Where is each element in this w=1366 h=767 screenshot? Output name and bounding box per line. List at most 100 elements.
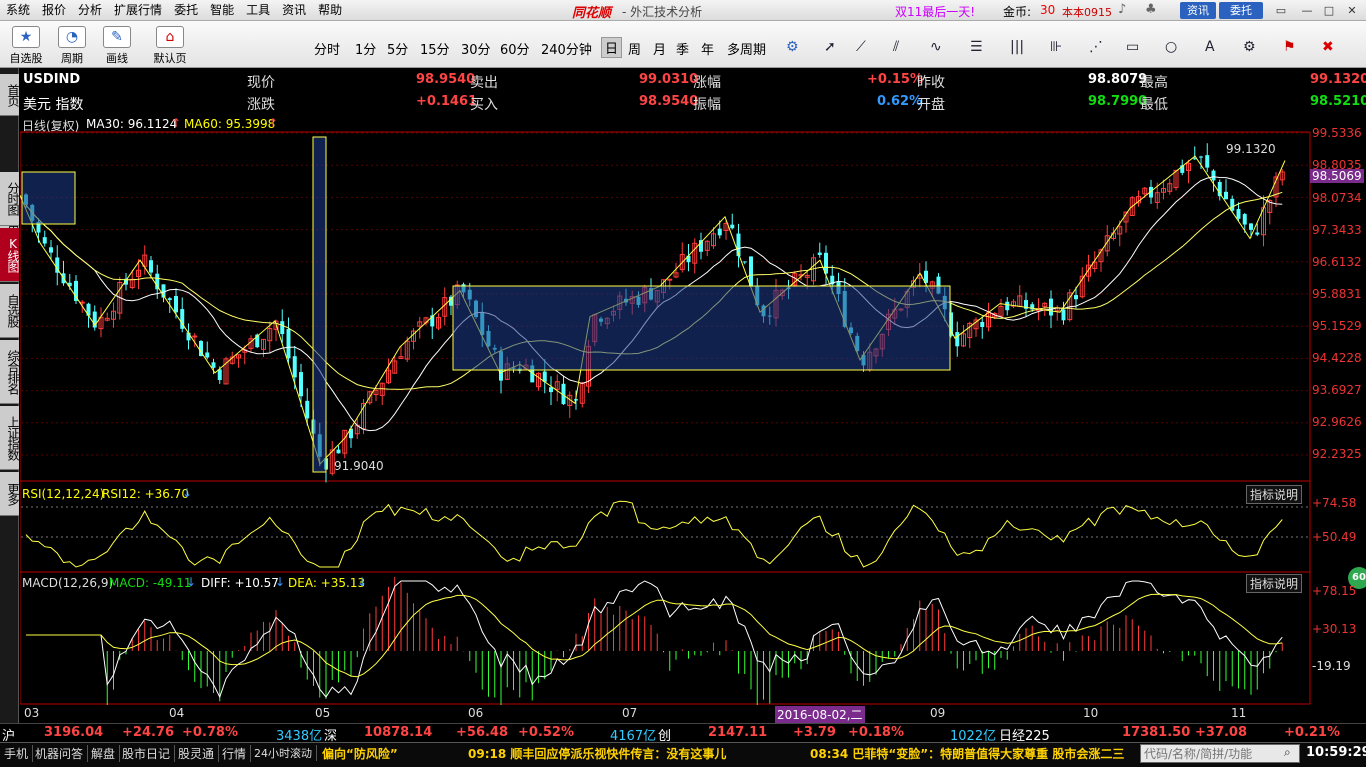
menu-analysis[interactable]: 分析 bbox=[72, 0, 108, 21]
wave-tool-icon[interactable]: ∿ bbox=[930, 39, 942, 55]
tab-home[interactable]: 首页 bbox=[0, 74, 20, 116]
value-price: 98.9540 bbox=[416, 72, 476, 87]
entrust-button[interactable]: 委托 bbox=[1219, 2, 1263, 19]
quote-header: USDIND 美元 指数 现价 98.9540 卖出 99.0310 涨幅 +0… bbox=[20, 70, 1366, 116]
period-intraday[interactable]: 分时 bbox=[314, 39, 340, 58]
ellipse-tool-icon[interactable]: ○ bbox=[1165, 39, 1177, 55]
tab-kline[interactable]: K线图 bbox=[0, 228, 20, 282]
menu-bar: 系统 报价 分析 扩展行情 委托 智能 工具 资讯 帮助 同花顺 - 外汇技术分… bbox=[0, 0, 1366, 21]
chart-area[interactable]: 日线(复权) MA30: 96.1124 ↑ MA60: 95.3998 ↑ 9… bbox=[20, 115, 1366, 723]
delete-icon[interactable]: ✖ bbox=[1322, 39, 1334, 55]
tab-sh-index[interactable]: 上证指数 bbox=[0, 406, 20, 470]
macd-y-tick: +30.13 bbox=[1312, 622, 1357, 636]
default-page-button[interactable]: ⌂ 默认页 bbox=[150, 24, 190, 66]
kline-legend-label: 日线(复权) bbox=[22, 119, 80, 133]
gear-icon[interactable]: ⚙ bbox=[786, 39, 799, 55]
channel-tool-icon[interactable]: ⊪ bbox=[1050, 39, 1062, 55]
rect-tool-icon[interactable]: ▭ bbox=[1126, 39, 1139, 55]
value-prev-close: 98.8079 bbox=[1088, 72, 1148, 87]
period-240min[interactable]: 240分钟 bbox=[541, 39, 592, 58]
period-button[interactable]: ◔ 周期 bbox=[52, 24, 92, 66]
flag-icon[interactable]: ⚑ bbox=[1283, 39, 1296, 55]
menu-entrust[interactable]: 委托 bbox=[168, 0, 204, 21]
period-week[interactable]: 周 bbox=[628, 39, 641, 58]
tab-favorites[interactable]: 自选股 bbox=[0, 284, 20, 338]
draw-button[interactable]: ✎ 画线 bbox=[97, 24, 137, 66]
y-tick: 92.9626 bbox=[1312, 415, 1362, 429]
candle-body bbox=[167, 298, 172, 301]
tab-intraday[interactable]: 分时图 bbox=[0, 172, 20, 226]
menu-news[interactable]: 资讯 bbox=[276, 0, 312, 21]
news-ticker-1[interactable]: 偏向“防风险” bbox=[322, 745, 398, 762]
menu-smart[interactable]: 智能 bbox=[204, 0, 240, 21]
period-year[interactable]: 年 bbox=[701, 39, 714, 58]
robot-qa-button[interactable]: 机器问答 bbox=[31, 745, 89, 762]
news-button[interactable]: 资讯 bbox=[1180, 2, 1216, 19]
candle-body bbox=[305, 400, 310, 419]
text-tool-icon[interactable]: A bbox=[1205, 39, 1215, 55]
candle-body bbox=[74, 280, 78, 301]
market-comment-button[interactable]: 解盘 bbox=[87, 745, 121, 762]
candle-body bbox=[1217, 182, 1222, 197]
mobile-button[interactable]: 手机 bbox=[0, 745, 34, 762]
chart-canvas[interactable] bbox=[20, 115, 1366, 705]
menu-quote[interactable]: 报价 bbox=[36, 0, 72, 21]
star-icon: ★ bbox=[12, 26, 40, 48]
period-5min[interactable]: 5分 bbox=[387, 39, 408, 58]
close-button[interactable]: ✕ bbox=[1343, 3, 1361, 18]
fib-tool-icon[interactable]: ☰ bbox=[970, 39, 983, 55]
restore-icon[interactable]: ▭ bbox=[1272, 3, 1290, 18]
period-multi[interactable]: 多周期 bbox=[727, 39, 766, 58]
minimize-button[interactable]: — bbox=[1298, 3, 1316, 18]
y-tick: 92.2325 bbox=[1312, 447, 1362, 461]
cursor-icon[interactable]: ➚ bbox=[824, 39, 836, 55]
shirt-icon[interactable]: ♣ bbox=[1145, 2, 1157, 17]
candle-body bbox=[749, 256, 753, 287]
search-icon[interactable]: ⌕ bbox=[1284, 745, 1291, 760]
x-tick: 05 bbox=[315, 706, 331, 720]
tab-ranking[interactable]: 综合排名 bbox=[0, 340, 20, 404]
promo-link[interactable]: 双11最后一天! bbox=[895, 3, 975, 20]
period-60min[interactable]: 60分 bbox=[500, 39, 530, 58]
user-name[interactable]: 本本0915 bbox=[1062, 4, 1112, 20]
index-sz-change: +56.48 bbox=[456, 725, 509, 740]
gann-tool-icon[interactable]: ||| bbox=[1010, 39, 1024, 55]
stock-diary-button[interactable]: 股市日记 bbox=[118, 745, 176, 762]
menu-help[interactable]: 帮助 bbox=[312, 0, 348, 21]
rolling-news-button[interactable]: 24小时滚动 bbox=[250, 745, 317, 761]
rsi-help-button[interactable]: 指标说明 bbox=[1246, 485, 1303, 504]
news-ticker-2[interactable]: 09:18 顺丰回应停派乐视快件传言：没有这事儿 bbox=[468, 745, 726, 762]
period-1min[interactable]: 1分 bbox=[355, 39, 376, 58]
menu-extended[interactable]: 扩展行情 bbox=[108, 0, 168, 21]
news-ticker-3[interactable]: 08:34 巴菲特“变脸”：特朗普值得大家尊重 股市会涨二三 bbox=[810, 745, 1136, 762]
search-input[interactable] bbox=[1140, 744, 1300, 763]
period-month[interactable]: 月 bbox=[653, 39, 666, 58]
maximize-button[interactable]: □ bbox=[1320, 3, 1338, 18]
stock-genius-button[interactable]: 股灵通 bbox=[174, 745, 220, 762]
tab-more[interactable]: 更多 bbox=[0, 472, 20, 516]
favorites-label: 自选股 bbox=[9, 52, 43, 65]
label-prev-close: 昨收 bbox=[917, 75, 945, 91]
menu-system[interactable]: 系统 bbox=[0, 0, 36, 21]
settings-tool-icon[interactable]: ⚙ bbox=[1243, 39, 1256, 55]
period-15min[interactable]: 15分 bbox=[420, 39, 450, 58]
menu-tools[interactable]: 工具 bbox=[240, 0, 276, 21]
bell-icon[interactable]: ♪ bbox=[1118, 2, 1126, 17]
y-tick: 97.3433 bbox=[1312, 223, 1362, 237]
period-quarter[interactable]: 季 bbox=[676, 39, 689, 58]
macd-help-button[interactable]: 指标说明 bbox=[1246, 574, 1303, 593]
candle-body bbox=[730, 224, 735, 229]
macd-down-arrow-icon: ↓ bbox=[186, 575, 197, 589]
favorites-button[interactable]: ★ 自选股 bbox=[6, 24, 46, 66]
index-cy-change: +3.79 bbox=[793, 725, 836, 740]
label-change-pct: 涨幅 bbox=[693, 75, 721, 91]
period-30min[interactable]: 30分 bbox=[461, 39, 491, 58]
candle-body bbox=[549, 387, 553, 393]
y-tick: 93.6927 bbox=[1312, 383, 1362, 397]
quotes-button[interactable]: 行情 bbox=[218, 745, 252, 762]
line-tool-icon[interactable]: ⟋ bbox=[856, 39, 866, 55]
parallel-tool-icon[interactable]: ⫽ bbox=[893, 39, 899, 55]
period-day[interactable]: 日 bbox=[601, 37, 623, 58]
fan-tool-icon[interactable]: ⋰ bbox=[1089, 39, 1103, 55]
candle-body bbox=[717, 228, 722, 236]
